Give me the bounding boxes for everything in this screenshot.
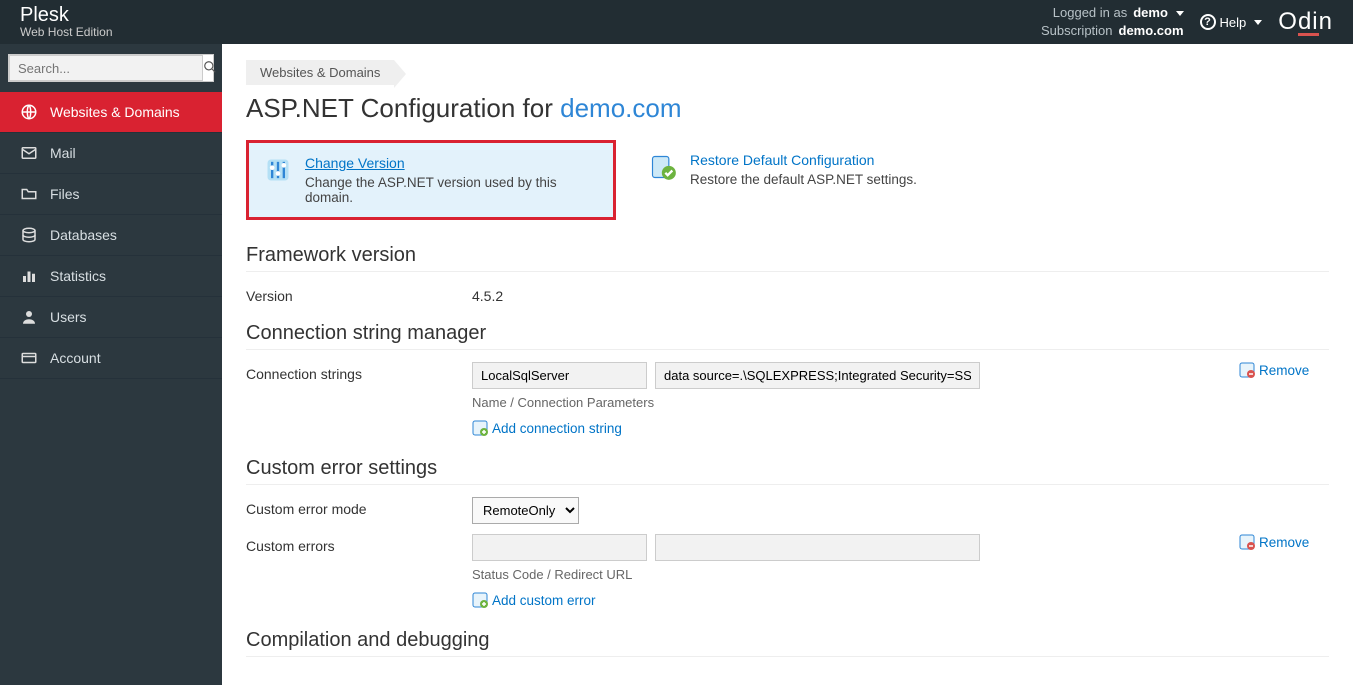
section-heading-errors: Custom error settings [246,457,1329,485]
sidebar-item-files[interactable]: Files [0,174,222,215]
logged-in-label: Logged in as [1053,4,1127,22]
tile-restore-default-desc: Restore the default ASP.NET settings. [690,172,917,187]
section-heading-compilation: Compilation and debugging [246,629,1329,657]
chart-icon [20,267,38,285]
partner-logo: Odin [1278,8,1333,36]
search-input[interactable] [9,55,203,81]
page-title-prefix: ASP.NET Configuration for [246,93,560,123]
tile-restore-default-link[interactable]: Restore Default Configuration [690,152,917,168]
main-content: Websites & Domains ASP.NET Configuration… [222,44,1353,685]
sidebar-item-statistics[interactable]: Statistics [0,256,222,297]
help-label: Help [1220,15,1247,30]
search-wrap [0,44,222,92]
input-error-status[interactable] [472,534,647,561]
sidebar-item-label: Statistics [50,268,106,284]
input-error-url[interactable] [655,534,980,561]
value-version: 4.5.2 [472,284,1329,304]
globe-icon [20,103,38,121]
add-icon [472,420,488,436]
tile-restore-default[interactable]: Restore Default Configuration Restore th… [634,140,931,220]
link-remove-connection[interactable]: Remove [1239,362,1309,378]
user-icon [20,308,38,326]
topbar-right: Logged in as demo Subscription demo.com … [1041,4,1333,40]
sidebar-item-mail[interactable]: Mail [0,133,222,174]
sidebar-item-label: Account [50,350,101,366]
row-custom-errors: Custom errors Status Code / Redirect URL… [246,534,1329,611]
action-tiles: Change Version Change the ASP.NET versio… [246,140,1329,220]
link-remove-connection-label: Remove [1259,363,1309,378]
link-remove-error[interactable]: Remove [1239,534,1309,550]
topbar: Plesk Web Host Edition Logged in as demo… [0,0,1353,44]
sidebar-item-label: Files [50,186,80,202]
breadcrumb-item[interactable]: Websites & Domains [246,60,394,85]
link-add-connection-label: Add connection string [492,421,622,436]
sidebar-item-websites-domains[interactable]: Websites & Domains [0,92,222,133]
label-error-mode: Custom error mode [246,497,456,517]
database-icon [20,226,38,244]
input-connection-params[interactable] [655,362,980,389]
page-title-domain[interactable]: demo.com [560,93,681,123]
restore-icon [648,152,678,182]
sidebar-item-databases[interactable]: Databases [0,215,222,256]
sidebar-item-label: Websites & Domains [50,104,180,120]
search-button[interactable] [203,55,217,81]
mail-icon [20,144,38,162]
page-title: ASP.NET Configuration for demo.com [246,93,1329,124]
folder-icon [20,185,38,203]
link-add-custom-error[interactable]: Add custom error [472,592,596,608]
sidebar-item-account[interactable]: Account [0,338,222,379]
help-icon: ? [1200,14,1216,30]
label-custom-errors: Custom errors [246,534,456,554]
search-icon [203,60,217,77]
add-icon [472,592,488,608]
card-icon [20,349,38,367]
tile-change-version[interactable]: Change Version Change the ASP.NET versio… [246,140,616,220]
row-connection-strings: Connection strings Name / Connection Par… [246,362,1329,439]
help-dropdown[interactable]: ? Help [1200,14,1263,30]
link-remove-error-label: Remove [1259,535,1309,550]
tile-change-version-desc: Change the ASP.NET version used by this … [305,175,599,205]
sidebar-item-label: Mail [50,145,76,161]
brand-subtitle: Web Host Edition [20,25,113,39]
sliders-icon [263,155,293,185]
link-add-connection-string[interactable]: Add connection string [472,420,622,436]
label-connection-strings: Connection strings [246,362,456,382]
subscription-value[interactable]: demo.com [1119,22,1184,40]
remove-icon [1239,534,1255,550]
sidebar: Websites & Domains Mail Files Databases … [0,44,222,685]
caret-down-icon [1254,20,1262,25]
label-version: Version [246,284,456,304]
row-error-mode: Custom error mode RemoteOnly [246,497,1329,524]
logged-in-user-dropdown[interactable]: demo [1133,4,1183,22]
brand-title: Plesk [20,5,113,25]
help-connection: Name / Connection Parameters [472,395,1223,410]
remove-icon [1239,362,1255,378]
breadcrumb: Websites & Domains [246,60,1329,85]
help-errors: Status Code / Redirect URL [472,567,1223,582]
sidebar-item-label: Users [50,309,87,325]
logged-in-user: demo [1133,5,1168,20]
link-add-error-label: Add custom error [492,593,596,608]
row-version: Version 4.5.2 [246,284,1329,304]
nav: Websites & Domains Mail Files Databases … [0,92,222,379]
subscription-label: Subscription [1041,22,1113,40]
section-heading-connection: Connection string manager [246,322,1329,350]
section-heading-framework: Framework version [246,244,1329,272]
caret-down-icon [1176,11,1184,16]
input-connection-name[interactable] [472,362,647,389]
select-error-mode[interactable]: RemoteOnly [472,497,579,524]
sidebar-item-users[interactable]: Users [0,297,222,338]
sidebar-item-label: Databases [50,227,117,243]
login-info: Logged in as demo Subscription demo.com [1041,4,1184,40]
brand-block: Plesk Web Host Edition [20,5,113,39]
tile-change-version-link[interactable]: Change Version [305,155,599,171]
search-box [8,54,214,82]
